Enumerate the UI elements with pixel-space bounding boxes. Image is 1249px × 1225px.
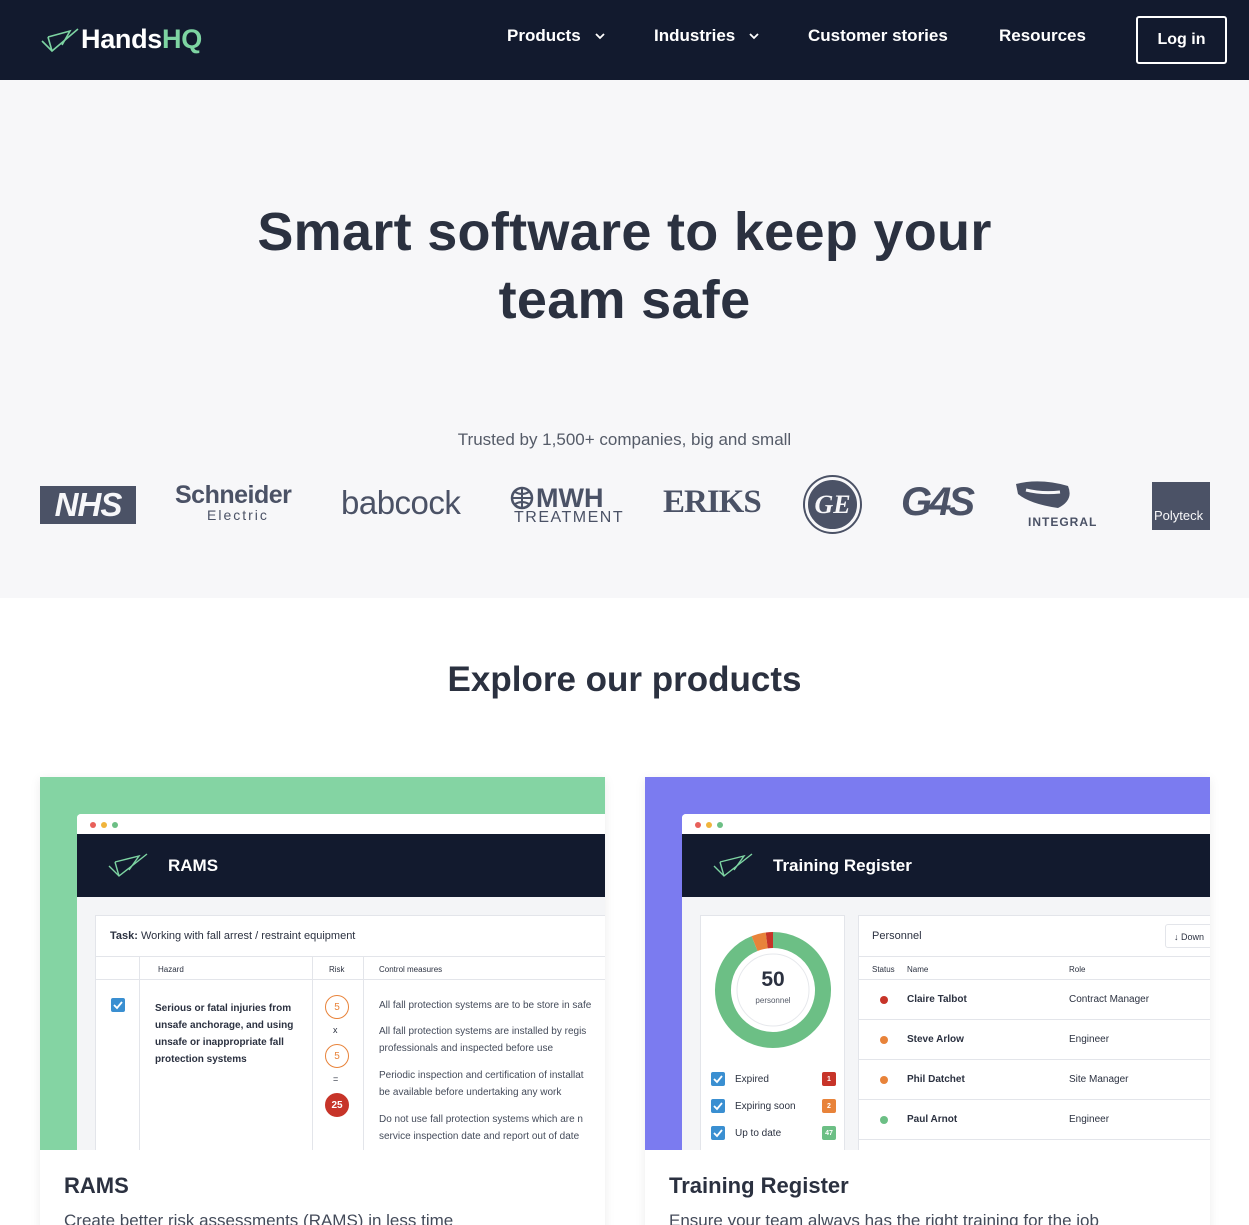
window-dot-red [90, 822, 96, 828]
rams-screenshot: RAMS Task: Working with fall arrest / re… [40, 777, 605, 1150]
table-row[interactable]: Steve Arlow Engineer [859, 1020, 1210, 1060]
up-to-date-checkbox[interactable] [711, 1126, 725, 1140]
control-measure: Do not use fall protection systems which… [379, 1114, 583, 1125]
babcock-logo: babcock [341, 484, 461, 521]
chevron-down-icon [749, 33, 759, 40]
table-row[interactable]: Phil Datchet Site Manager [859, 1060, 1210, 1100]
table-row[interactable]: Claire Talbot Contract Manager [859, 980, 1210, 1020]
integral-mark-icon [1016, 481, 1070, 508]
product-card-training-register[interactable]: Training Register 50 personnel Expired 1… [645, 777, 1210, 1225]
logo-word: Hands [81, 24, 163, 54]
control-measure: Periodic inspection and certification of… [379, 1070, 584, 1081]
status-dot [880, 1036, 888, 1044]
personnel-total: 50 [761, 968, 785, 991]
integral-logo: INTEGRAL [1010, 480, 1097, 529]
ge-logo: GE [805, 477, 860, 532]
donut-segment-expiring-soon [751, 932, 768, 952]
training-register-card-title: Training Register [669, 1173, 849, 1198]
handshq-logo-icon [41, 27, 79, 52]
expiring-soon-checkbox[interactable] [711, 1099, 725, 1113]
chevron-down-icon [595, 33, 605, 40]
globe-icon [510, 486, 534, 510]
risk-likelihood: 5 [325, 995, 349, 1019]
up-to-date-count-badge: 47 [822, 1126, 836, 1140]
window-dot-yellow [101, 822, 107, 828]
expired-checkbox[interactable] [711, 1072, 725, 1086]
risk-assessment-table: Task: Working with fall arrest / restrai… [95, 915, 605, 1150]
hero-title: Smart software to keep your team safe [257, 202, 992, 330]
risk-score: 25 [325, 1093, 349, 1117]
nav-customer-stories[interactable]: Customer stories [808, 26, 948, 46]
training-register-app-window: Training Register 50 personnel Expired 1… [682, 814, 1210, 1150]
personnel-summary-panel: 50 personnel Expired 1 Expiring soon 2 U… [700, 915, 845, 1150]
polyteck-logo: Polyteck [1152, 482, 1210, 530]
control-measure: professionals and inspected before use [379, 1043, 554, 1054]
hero-section: Smart software to keep your team safe Tr… [0, 80, 1249, 598]
handshq-logo[interactable]: HandsHQ [40, 24, 202, 55]
check-icon [113, 1001, 123, 1010]
check-icon [713, 1129, 723, 1138]
explore-products-heading: Explore our products [447, 660, 802, 699]
nav-products[interactable]: Products [507, 26, 605, 46]
nav-resources[interactable]: Resources [999, 26, 1086, 46]
expiring-soon-count-badge: 2 [822, 1099, 836, 1113]
control-measure: All fall protection systems are to be st… [379, 1000, 592, 1011]
trusted-by-text: Trusted by 1,500+ companies, big and sma… [457, 430, 792, 449]
rams-app-window: RAMS Task: Working with fall arrest / re… [77, 814, 605, 1150]
nav-industries[interactable]: Industries [654, 26, 759, 46]
table-header: Hazard Risk Control measures [96, 956, 605, 980]
expired-count-badge: 1 [822, 1072, 836, 1086]
table-row[interactable]: Paul Arnot Engineer [859, 1100, 1210, 1140]
rams-app-title: RAMS [168, 856, 219, 875]
nav-products-label: Products [507, 26, 581, 45]
hazard-text: Serious or fatal injuries from unsafe an… [155, 1003, 294, 1065]
eriks-logo: ERIKS [663, 484, 762, 520]
nav-industries-label: Industries [654, 26, 736, 45]
top-navigation: HandsHQ Products Industries Customer sto… [0, 0, 1249, 80]
product-card-rams[interactable]: RAMS Task: Working with fall arrest / re… [40, 777, 605, 1225]
rams-card-description: Create better risk assessments (RAMS) in… [64, 1211, 454, 1225]
legend-expired[interactable]: Expired 1 [711, 1072, 836, 1088]
row-checkbox[interactable] [111, 998, 125, 1012]
control-measure: service inspection date and report out o… [379, 1131, 580, 1142]
window-dot-green [112, 822, 118, 828]
login-button[interactable]: Log in [1136, 16, 1227, 64]
control-measure: All fall protection systems are installe… [379, 1026, 587, 1037]
personnel-table-header: Status Name Role [859, 956, 1210, 980]
legend-expiring-soon[interactable]: Expiring soon 2 [711, 1099, 836, 1115]
training-register-app-title: Training Register [773, 856, 912, 875]
logo-hq: HQ [162, 24, 202, 54]
mwh-treatment-logo: MWH TREATMENT [510, 485, 624, 526]
training-register-card-description: Ensure your team always has the right tr… [669, 1211, 1099, 1225]
nav-customer-stories-label: Customer stories [808, 26, 948, 45]
schneider-electric-logo: Schneider Electric [175, 481, 292, 523]
training-register-screenshot: Training Register 50 personnel Expired 1… [645, 777, 1210, 1150]
status-dot [880, 1076, 888, 1084]
handshq-mark-icon [713, 853, 753, 877]
handshq-mark-icon [108, 853, 148, 877]
rams-card-title: RAMS [64, 1173, 129, 1198]
task-line: Task: Working with fall arrest / restrai… [110, 930, 356, 942]
personnel-table: Personnel ↓ Down Status Name Role Claire… [858, 915, 1210, 1150]
status-dot [880, 996, 888, 1004]
control-measure: be available before undertaking any work [379, 1087, 562, 1098]
legend-up-to-date[interactable]: Up to date 47 [711, 1126, 836, 1142]
nav-resources-label: Resources [999, 26, 1086, 45]
download-button[interactable]: ↓ Down [1165, 924, 1210, 948]
window-dot-red [695, 822, 701, 828]
risk-severity: 5 [325, 1044, 349, 1068]
check-icon [713, 1075, 723, 1084]
download-icon: ↓ [1174, 932, 1179, 942]
personnel-panel-title: Personnel [872, 930, 922, 942]
window-dot-yellow [706, 822, 712, 828]
window-dot-green [717, 822, 723, 828]
personnel-total-label: personnel [755, 996, 791, 1005]
check-icon [713, 1102, 723, 1111]
g4s-logo: G4S [901, 480, 975, 524]
nhs-logo: NHS [40, 486, 136, 524]
customer-logos: NHS Schneider Electric babcock MWH TREAT… [40, 477, 1210, 540]
status-dot [880, 1116, 888, 1124]
